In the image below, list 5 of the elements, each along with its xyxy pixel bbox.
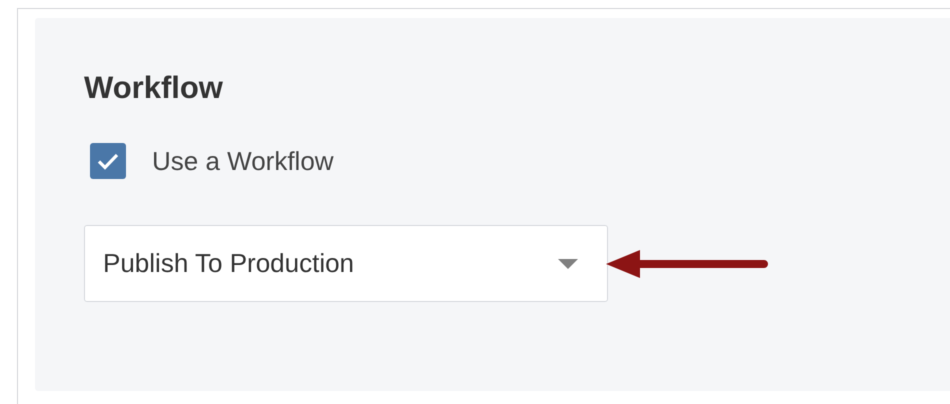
checkbox-label: Use a Workflow [152, 145, 334, 177]
checkbox[interactable] [90, 143, 126, 179]
caret-icon [558, 258, 578, 268]
section-title: Workflow [84, 69, 223, 107]
workflow-select[interactable]: Publish To Production [84, 225, 608, 302]
